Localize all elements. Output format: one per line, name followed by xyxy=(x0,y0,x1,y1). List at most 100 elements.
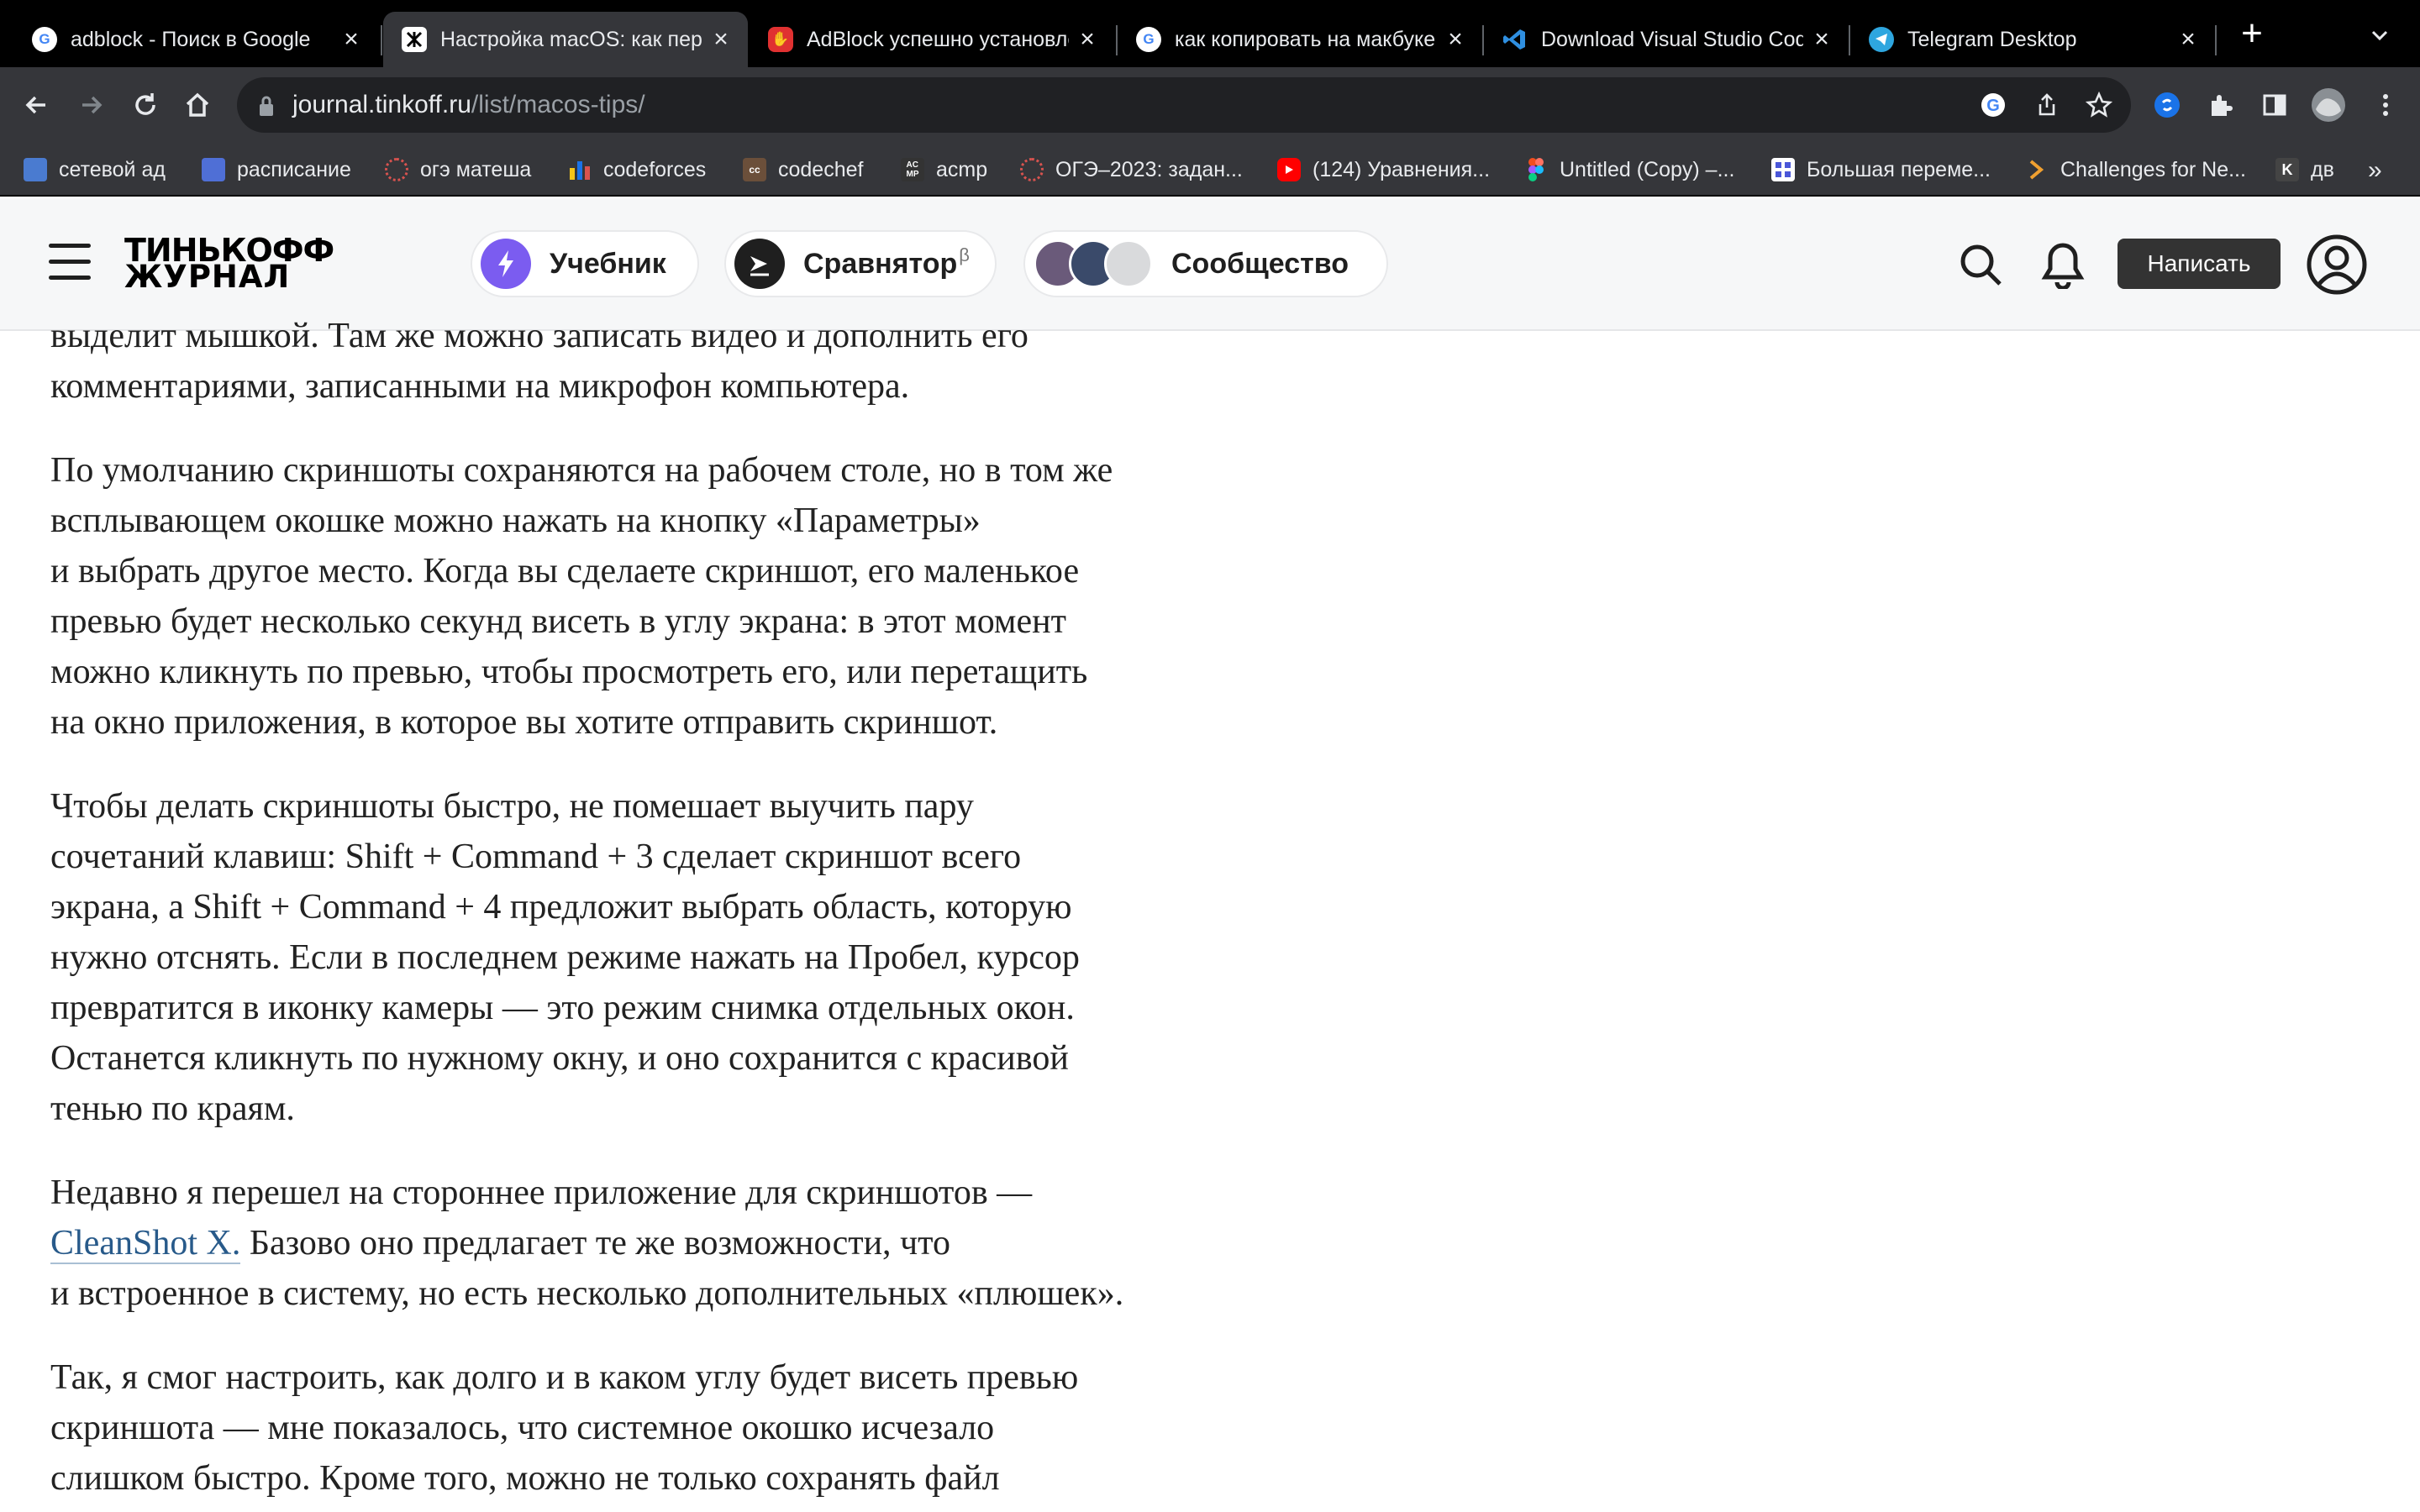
reload-icon xyxy=(135,93,155,115)
google-lens-icon[interactable]: G xyxy=(1980,92,2007,118)
tab-adblock-installed[interactable]: ✋ AdBlock успешно установлен × xyxy=(750,12,1114,67)
tab-search-chevron-icon[interactable] xyxy=(2366,22,2393,49)
kebab-menu-icon[interactable] xyxy=(2366,86,2405,124)
bookmark-label: огэ матеша xyxy=(420,157,532,181)
lightning-icon xyxy=(481,239,531,289)
tab-telegram[interactable]: Telegram Desktop × xyxy=(1850,12,2215,67)
bookmark-item[interactable]: codeforces xyxy=(568,156,706,183)
bookmark-label: (124) Уравнения... xyxy=(1313,157,1491,181)
bookmark-item[interactable]: Kдв xyxy=(2275,156,2334,183)
article-paragraph: выделит мышкой. Там же можно записать ви… xyxy=(50,317,1028,406)
bookmark-label: дв xyxy=(2311,157,2334,181)
bookmark-item[interactable]: Большая переме... xyxy=(1771,156,1991,183)
bookmarks-overflow-button[interactable]: » xyxy=(2368,156,2382,185)
nav-label: Сравнятор xyxy=(803,247,958,280)
browser-toolbar: journal.tinkoff.ru/list/macos-tips/ G xyxy=(0,67,2420,143)
lock-icon[interactable] xyxy=(257,94,276,122)
shazam-extension-icon[interactable] xyxy=(2148,86,2186,124)
url-text: journal.tinkoff.ru/list/macos-tips/ xyxy=(292,91,645,119)
acmp-icon: AC MP xyxy=(901,158,924,181)
forward-button[interactable] xyxy=(72,86,111,124)
user-profile-icon[interactable] xyxy=(2306,234,2368,296)
codechef-icon: cc xyxy=(743,158,766,181)
arrow-left-icon xyxy=(25,96,45,114)
bookmark-label: ОГЭ–2023: задан... xyxy=(1055,157,1243,181)
search-icon[interactable] xyxy=(1954,239,2007,291)
bookmark-item[interactable]: Challenges for Ne... xyxy=(2025,156,2246,183)
tab-tinkoff-journal[interactable]: Настройка macOS: как переносить × xyxy=(383,12,748,67)
tab-title: adblock - Поиск в Google xyxy=(71,27,311,51)
bookmark-item[interactable]: AC MP acmp xyxy=(901,156,987,183)
write-button[interactable]: Написать xyxy=(2118,239,2281,289)
beta-badge: β xyxy=(959,244,970,265)
sidebar-toggle-icon[interactable] xyxy=(2255,86,2294,124)
reload-button[interactable] xyxy=(126,86,165,124)
new-tab-button[interactable]: + xyxy=(2235,15,2269,52)
close-icon[interactable]: × xyxy=(1444,25,1467,54)
nav-label: Сообщество xyxy=(1171,247,1349,280)
address-bar[interactable]: journal.tinkoff.ru/list/macos-tips/ G xyxy=(237,77,2131,133)
close-icon[interactable]: × xyxy=(1810,25,1833,54)
tab-adblock-search[interactable]: G adblock - Поиск в Google × xyxy=(13,12,378,67)
close-icon[interactable]: × xyxy=(1076,25,1099,54)
telegram-icon xyxy=(1869,27,1894,52)
bell-icon[interactable] xyxy=(2037,239,2089,291)
extensions-puzzle-icon[interactable] xyxy=(2202,86,2240,124)
calendar-icon xyxy=(24,158,47,181)
k-icon: K xyxy=(2275,158,2299,181)
tab-divider xyxy=(2215,25,2217,55)
close-icon[interactable]: × xyxy=(709,25,733,54)
site-logo[interactable]: ТИНЬКОФФ ЖУРНАЛ xyxy=(124,234,440,295)
arrow-icon xyxy=(734,239,785,289)
figma-icon xyxy=(1524,158,1548,181)
bookmark-item[interactable]: cc codechef xyxy=(743,156,863,183)
bookmark-label: codeforces xyxy=(603,157,707,181)
youtube-icon xyxy=(1277,158,1301,181)
nav-sravnyator[interactable]: Сравнятор β xyxy=(724,230,997,297)
bookmark-label: acmp xyxy=(936,157,988,181)
bookmark-item[interactable]: огэ матеша xyxy=(385,156,531,183)
article-paragraph: Так, я смог настроить, как долго и в как… xyxy=(50,1358,1079,1498)
challenge-icon xyxy=(2025,158,2049,181)
close-icon[interactable]: × xyxy=(339,25,363,54)
tab-title: Настройка macOS: как переносить xyxy=(440,27,702,51)
avatars-icon xyxy=(1034,239,1153,288)
tab-divider xyxy=(381,25,382,55)
bookmark-star-icon[interactable] xyxy=(2086,92,2112,118)
url-domain: journal.tinkoff.ru xyxy=(292,91,471,118)
bookmark-item[interactable]: (124) Уравнения... xyxy=(1277,156,1490,183)
tab-title: как копировать на макбуке xyxy=(1175,27,1436,51)
logo-line-2: ЖУРНАЛ xyxy=(124,259,291,295)
hamburger-menu-icon[interactable] xyxy=(49,244,91,281)
tab-vscode[interactable]: Download Visual Studio Code × xyxy=(1484,12,1849,67)
cleanshot-link[interactable]: CleanShot X. xyxy=(50,1224,241,1264)
bars-icon xyxy=(568,158,592,181)
tab-copy-macbook[interactable]: G как копировать на макбуке × xyxy=(1118,12,1482,67)
close-icon[interactable]: × xyxy=(2176,25,2200,54)
bookmark-label: расписание xyxy=(237,157,351,181)
bookmark-label: codechef xyxy=(778,157,864,181)
arrow-right-icon xyxy=(82,96,103,114)
home-icon xyxy=(186,92,209,117)
share-icon[interactable] xyxy=(2033,92,2060,118)
adblock-icon: ✋ xyxy=(768,27,793,52)
back-button[interactable] xyxy=(17,86,55,124)
bookmark-item[interactable]: Untitled (Copy) –... xyxy=(1524,156,1734,183)
tab-title: AdBlock успешно установлен xyxy=(807,27,1069,51)
bookmark-item[interactable]: расписание xyxy=(202,156,351,183)
bookmark-label: Challenges for Ne... xyxy=(2060,157,2246,181)
nav-uchebnik[interactable]: Учебник xyxy=(471,230,699,297)
grid-icon xyxy=(1771,158,1795,181)
article-body: выделит мышкой. Там же можно записать ви… xyxy=(50,311,1244,1512)
tab-title: Download Visual Studio Code xyxy=(1541,27,1803,51)
svg-text:G: G xyxy=(1986,97,2000,115)
paragraph-text: Недавно я перешел на стороннее приложени… xyxy=(50,1173,1033,1212)
bookmark-item[interactable]: сетевой ад xyxy=(24,156,166,183)
article-paragraph: Недавно я перешел на стороннее приложени… xyxy=(50,1168,1244,1319)
dots-circle-icon xyxy=(1020,158,1044,181)
profile-avatar[interactable] xyxy=(2309,86,2348,124)
nav-soobshchestvo[interactable]: Сообщество xyxy=(1023,230,1388,297)
bookmark-item[interactable]: ОГЭ–2023: задан... xyxy=(1020,156,1243,183)
home-button[interactable] xyxy=(178,86,217,124)
calendar-icon xyxy=(202,158,225,181)
